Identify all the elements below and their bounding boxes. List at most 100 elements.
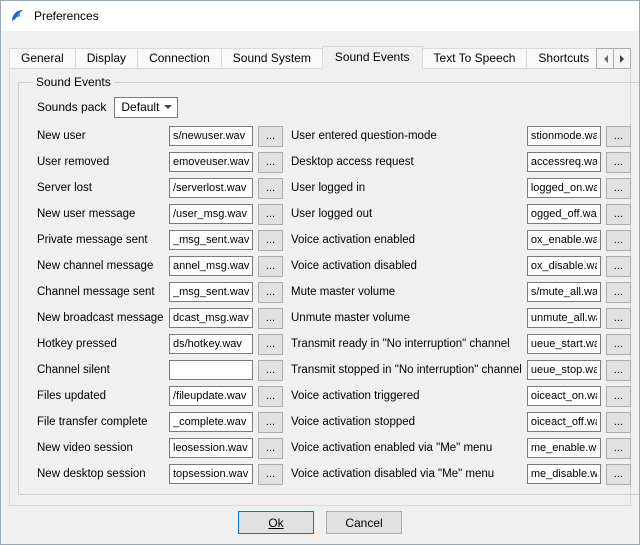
sound-file-input[interactable] xyxy=(169,308,253,328)
sound-file-input[interactable] xyxy=(169,204,253,224)
sound-file-input[interactable] xyxy=(169,438,253,458)
sound-file-input[interactable] xyxy=(169,386,253,406)
browse-button[interactable]: ... xyxy=(258,204,283,225)
sound-file-input[interactable] xyxy=(527,464,601,484)
sound-file-input[interactable] xyxy=(527,360,601,380)
ok-button[interactable]: Ok xyxy=(238,511,314,534)
cancel-button[interactable]: Cancel xyxy=(326,511,402,534)
tab-display[interactable]: Display xyxy=(75,48,138,69)
sound-event-label: New broadcast message xyxy=(37,312,164,324)
sound-file-input[interactable] xyxy=(169,126,253,146)
browse-button[interactable]: ... xyxy=(258,126,283,147)
sound-event-label: Voice activation enabled via "Me" menu xyxy=(291,442,522,454)
sound-file-input[interactable] xyxy=(527,334,601,354)
sound-event-row: Voice activation stopped... xyxy=(291,409,631,435)
browse-button[interactable]: ... xyxy=(606,204,631,225)
sound-file-input[interactable] xyxy=(527,308,601,328)
sound-event-label: Transmit ready in "No interruption" chan… xyxy=(291,338,522,350)
browse-button[interactable]: ... xyxy=(258,256,283,277)
browse-button[interactable]: ... xyxy=(258,464,283,485)
browse-button[interactable]: ... xyxy=(606,412,631,433)
sound-event-row: New channel message... xyxy=(37,253,283,279)
sound-file-input[interactable] xyxy=(169,360,253,380)
preferences-window: Preferences GeneralDisplayConnectionSoun… xyxy=(0,0,640,545)
browse-button[interactable]: ... xyxy=(258,178,283,199)
sound-file-input[interactable] xyxy=(169,334,253,354)
sound-file-input[interactable] xyxy=(169,230,253,250)
browse-button[interactable]: ... xyxy=(258,152,283,173)
browse-button[interactable]: ... xyxy=(606,256,631,277)
sound-event-label: Desktop access request xyxy=(291,156,522,168)
browse-button[interactable]: ... xyxy=(258,230,283,251)
browse-button[interactable]: ... xyxy=(258,386,283,407)
event-columns: New user...User removed...Server lost...… xyxy=(37,123,631,487)
browse-button[interactable]: ... xyxy=(606,386,631,407)
sound-event-row: User logged out... xyxy=(291,201,631,227)
browse-button[interactable]: ... xyxy=(606,438,631,459)
sound-event-row: New broadcast message... xyxy=(37,305,283,331)
sound-file-input[interactable] xyxy=(527,438,601,458)
sound-file-input[interactable] xyxy=(527,256,601,276)
sound-file-input[interactable] xyxy=(527,126,601,146)
browse-button[interactable]: ... xyxy=(606,282,631,303)
browse-button[interactable]: ... xyxy=(606,360,631,381)
sound-file-input[interactable] xyxy=(527,386,601,406)
tab-panel-sound-events: Sound Events Sounds pack Default New use… xyxy=(9,68,631,506)
browse-button[interactable]: ... xyxy=(606,334,631,355)
sound-file-input[interactable] xyxy=(527,230,601,250)
groupbox-title: Sound Events xyxy=(33,75,114,89)
sound-file-input[interactable] xyxy=(527,152,601,172)
sound-file-input[interactable] xyxy=(169,152,253,172)
browse-button[interactable]: ... xyxy=(258,438,283,459)
sounds-pack-label: Sounds pack xyxy=(37,100,106,114)
sound-event-row: New video session... xyxy=(37,435,283,461)
browse-button[interactable]: ... xyxy=(606,178,631,199)
sound-event-label: File transfer complete xyxy=(37,416,164,428)
event-column-left: New user...User removed...Server lost...… xyxy=(37,123,283,487)
sound-file-input[interactable] xyxy=(169,282,253,302)
sound-event-label: New user message xyxy=(37,208,164,220)
sound-file-input[interactable] xyxy=(169,412,253,432)
browse-button[interactable]: ... xyxy=(258,282,283,303)
browse-button[interactable]: ... xyxy=(258,360,283,381)
tab-sound-events[interactable]: Sound Events xyxy=(322,46,423,69)
browse-button[interactable]: ... xyxy=(258,308,283,329)
tab-scroll-right-button[interactable] xyxy=(613,48,631,69)
tab-sound-system[interactable]: Sound System xyxy=(221,48,323,69)
sound-event-label: Channel silent xyxy=(37,364,164,376)
browse-button[interactable]: ... xyxy=(606,230,631,251)
tab-connection[interactable]: Connection xyxy=(137,48,222,69)
sound-file-input[interactable] xyxy=(169,178,253,198)
browse-button[interactable]: ... xyxy=(606,126,631,147)
sound-event-row: Mute master volume... xyxy=(291,279,631,305)
browse-button[interactable]: ... xyxy=(258,334,283,355)
tab-shortcuts[interactable]: Shortcuts xyxy=(526,48,601,69)
browse-button[interactable]: ... xyxy=(606,464,631,485)
sound-event-row: User removed... xyxy=(37,149,283,175)
sound-event-row: New user message... xyxy=(37,201,283,227)
arrow-right-icon xyxy=(620,55,628,63)
sound-event-row: Transmit stopped in "No interruption" ch… xyxy=(291,357,631,383)
sound-file-input[interactable] xyxy=(169,464,253,484)
tab-text-to-speech[interactable]: Text To Speech xyxy=(422,48,528,69)
window-title: Preferences xyxy=(34,9,99,23)
sound-event-row: Desktop access request... xyxy=(291,149,631,175)
sound-event-row: File transfer complete... xyxy=(37,409,283,435)
sound-event-row: Voice activation triggered... xyxy=(291,383,631,409)
browse-button[interactable]: ... xyxy=(606,308,631,329)
tab-general[interactable]: General xyxy=(9,48,76,69)
title-bar: Preferences xyxy=(1,1,639,31)
sounds-pack-select[interactable]: Default xyxy=(114,97,178,118)
sound-event-row: Unmute master volume... xyxy=(291,305,631,331)
sound-file-input[interactable] xyxy=(169,256,253,276)
sound-event-row: Channel silent... xyxy=(37,357,283,383)
sound-file-input[interactable] xyxy=(527,412,601,432)
browse-button[interactable]: ... xyxy=(258,412,283,433)
browse-button[interactable]: ... xyxy=(606,152,631,173)
tab-scroll-left-button[interactable] xyxy=(596,48,614,69)
sound-file-input[interactable] xyxy=(527,204,601,224)
sound-file-input[interactable] xyxy=(527,282,601,302)
sound-event-label: Channel message sent xyxy=(37,286,164,298)
sound-file-input[interactable] xyxy=(527,178,601,198)
sound-event-label: Voice activation stopped xyxy=(291,416,522,428)
